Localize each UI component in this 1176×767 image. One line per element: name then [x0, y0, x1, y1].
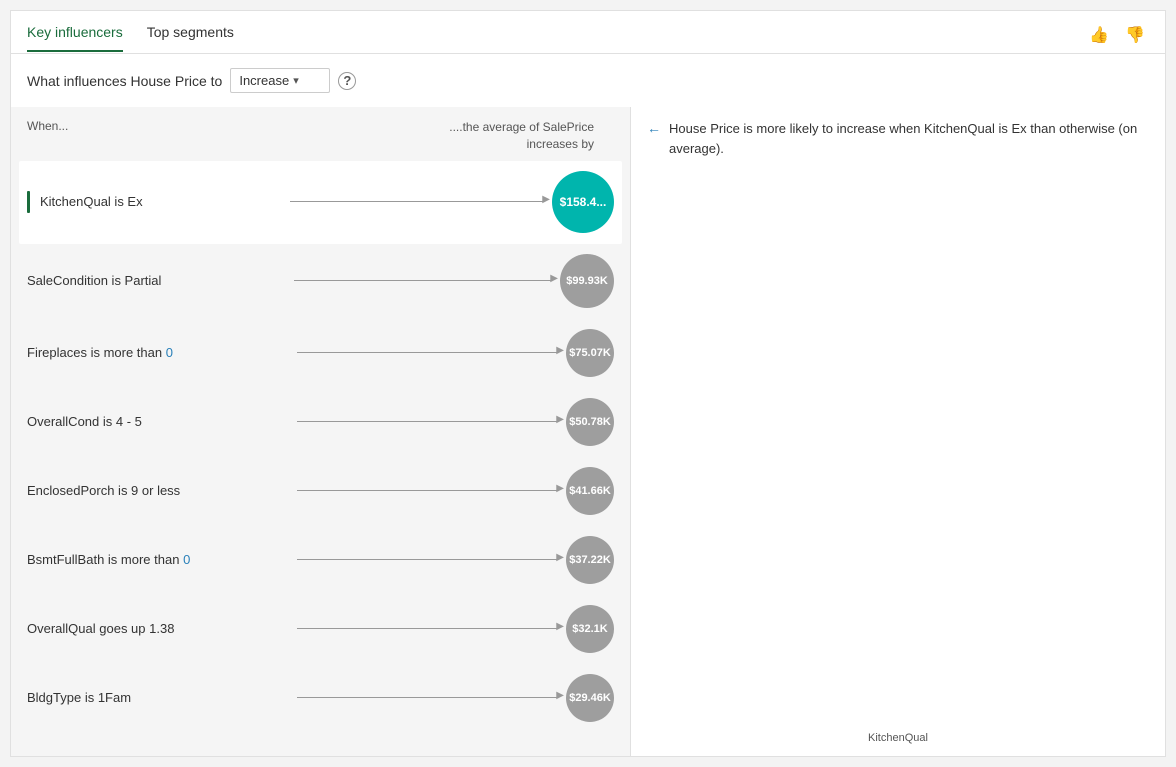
influencer-item-overallcond[interactable]: OverallCond is 4 - 5 $50.78K — [27, 388, 614, 457]
influencer-item-overallqual[interactable]: OverallQual goes up 1.38 $32.1K — [27, 595, 614, 664]
item-label-text-enclosedporch: EnclosedPorch is 9 or less — [27, 483, 180, 498]
item-label-bsmtfullbath: BsmtFullBath is more than 0 — [27, 552, 289, 567]
item-label-fireplaces: Fireplaces is more than 0 — [27, 345, 289, 360]
active-bar-indicator — [27, 191, 30, 213]
chart-title: House Price is more likely to increase w… — [669, 119, 1149, 158]
influencer-item-fireplaces[interactable]: Fireplaces is more than 0 $75.07K — [27, 319, 614, 388]
influencer-item-kitchenqual[interactable]: KitchenQual is Ex $158.4... — [19, 161, 622, 244]
tab-key-influencers[interactable]: Key influencers — [27, 24, 123, 52]
item-label-text-bldgtype: BldgType is 1Fam — [27, 690, 131, 705]
right-panel: ← House Price is more likely to increase… — [631, 107, 1165, 756]
value-bubble-fireplaces: $75.07K — [566, 329, 614, 377]
influencer-item-bsmtfullbath[interactable]: BsmtFullBath is more than 0 $37.22K — [27, 526, 614, 595]
connector-line-fireplaces — [297, 352, 559, 353]
connector-line-overallqual — [297, 628, 559, 629]
col-when-label: When... — [27, 119, 449, 133]
tabs-left: Key influencers Top segments — [27, 24, 234, 52]
connector-line-bsmtfullbath — [297, 559, 559, 560]
item-label-text-bsmtfullbath: BsmtFullBath is more than 0 — [27, 552, 190, 567]
content-area: When... ....the average of SalePrice inc… — [11, 107, 1165, 756]
tabs-icons: 👍 👎 — [1085, 23, 1149, 53]
influencer-item-bldgtype[interactable]: BldgType is 1Fam $29.46K — [27, 664, 614, 733]
item-label-text-overallcond: OverallCond is 4 - 5 — [27, 414, 142, 429]
item-label-kitchenqual: KitchenQual is Ex — [27, 191, 282, 213]
connector-line-bldgtype — [297, 697, 559, 698]
item-label-text-kitchenqual: KitchenQual is Ex — [40, 194, 143, 209]
value-bubble-bldgtype: $29.46K — [566, 674, 614, 722]
col-increases-label: ....the average of SalePrice increases b… — [449, 119, 614, 153]
item-label-overallqual: OverallQual goes up 1.38 — [27, 621, 289, 636]
dropdown-value: Increase — [239, 73, 289, 88]
chart-area: KitchenQual — [647, 170, 1149, 744]
item-label-text-fireplaces: Fireplaces is more than 0 — [27, 345, 173, 360]
value-bubble-overallqual: $32.1K — [566, 605, 614, 653]
item-label-enclosedporch: EnclosedPorch is 9 or less — [27, 483, 289, 498]
connector-line-overallcond — [297, 421, 559, 422]
connector-line-salecondition — [294, 280, 553, 281]
influencer-list: KitchenQual is Ex $158.4... SaleCondition … — [27, 161, 614, 733]
back-arrow-icon[interactable]: ← — [647, 120, 661, 136]
influencer-item-enclosedporch[interactable]: EnclosedPorch is 9 or less $41.66K — [27, 457, 614, 526]
value-bubble-overallcond: $50.78K — [566, 398, 614, 446]
item-label-bldgtype: BldgType is 1Fam — [27, 690, 289, 705]
item-label-text-salecondition: SaleCondition is Partial — [27, 273, 161, 288]
left-panel: When... ....the average of SalePrice inc… — [11, 107, 631, 756]
influencer-item-salecondition[interactable]: SaleCondition is Partial $99.93K — [27, 244, 614, 319]
main-container: Key influencers Top segments 👍 👎 What in… — [10, 10, 1166, 757]
value-bubble-kitchenqual: $158.4... — [552, 171, 614, 233]
chevron-down-icon: ▾ — [293, 74, 299, 87]
connector-line-enclosedporch — [297, 490, 559, 491]
bar-chart-container — [647, 170, 1149, 728]
value-bubble-enclosedporch: $41.66K — [566, 467, 614, 515]
tab-top-segments[interactable]: Top segments — [147, 24, 234, 52]
help-icon[interactable]: ? — [338, 72, 356, 90]
thumbs-down-button[interactable]: 👎 — [1121, 23, 1149, 47]
influence-dropdown[interactable]: Increase ▾ — [230, 68, 330, 93]
value-bubble-salecondition: $99.93K — [560, 254, 614, 308]
question-row: What influences House Price to Increase … — [11, 54, 1165, 107]
column-headers: When... ....the average of SalePrice inc… — [27, 115, 614, 161]
item-label-salecondition: SaleCondition is Partial — [27, 273, 286, 288]
tabs-row: Key influencers Top segments 👍 👎 — [11, 11, 1165, 54]
thumbs-up-button[interactable]: 👍 — [1085, 23, 1113, 47]
value-bubble-bsmtfullbath: $37.22K — [566, 536, 614, 584]
item-label-overallcond: OverallCond is 4 - 5 — [27, 414, 289, 429]
chart-header: ← House Price is more likely to increase… — [647, 119, 1149, 158]
connector-line-kitchenqual — [290, 201, 545, 202]
question-prefix: What influences House Price to — [27, 73, 222, 89]
x-axis-label: KitchenQual — [647, 732, 1149, 744]
item-label-text-overallqual: OverallQual goes up 1.38 — [27, 621, 174, 636]
